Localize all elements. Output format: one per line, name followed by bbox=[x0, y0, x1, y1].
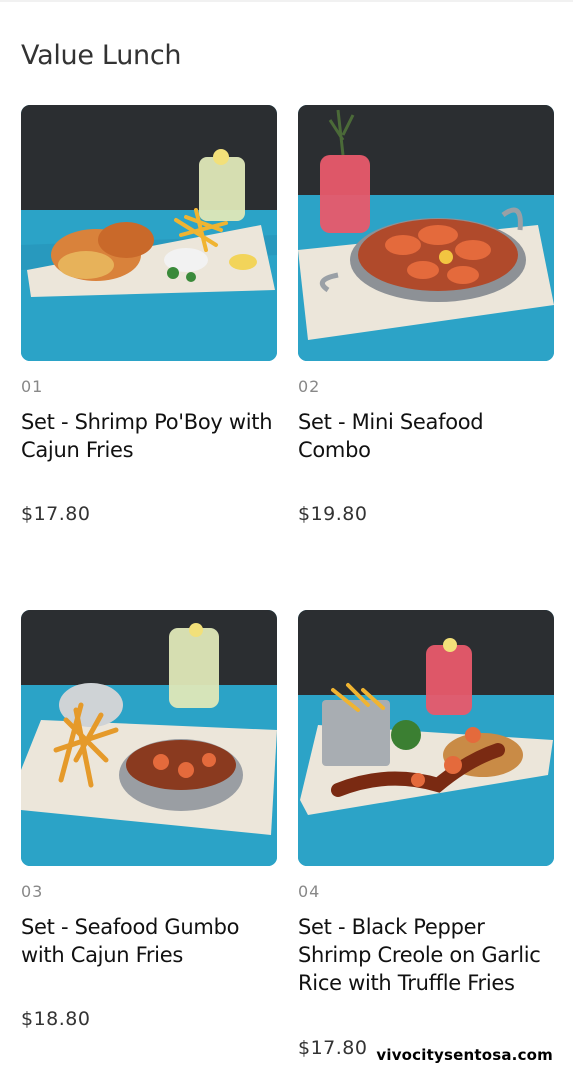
item-price: $17.80 bbox=[21, 503, 91, 525]
watermark: vivocitysentosa.com bbox=[374, 1046, 555, 1064]
section-title: Value Lunch bbox=[21, 40, 182, 71]
item-name: Set - Mini Seafood Combo bbox=[298, 410, 484, 462]
menu-item-card[interactable]: 02 Set - Mini Seafood Combo $19.80 bbox=[298, 105, 554, 525]
menu-item-card[interactable]: 01 Set - Shrimp Po'Boy with Cajun Fries … bbox=[21, 105, 277, 525]
item-name: Set - Seafood Gumbo with Cajun Fries bbox=[21, 915, 240, 967]
item-name: Set - Shrimp Po'Boy with Cajun Fries bbox=[21, 410, 273, 462]
item-price: $19.80 bbox=[298, 503, 368, 525]
item-name: Set - Black Pepper Shrimp Creole on Garl… bbox=[298, 915, 541, 995]
item-number: 04 bbox=[298, 882, 321, 901]
menu-item-card[interactable]: 04 Set - Black Pepper Shrimp Creole on G… bbox=[298, 610, 554, 1059]
item-price: $17.80 bbox=[298, 1037, 368, 1059]
top-divider bbox=[0, 0, 573, 2]
menu-item-card[interactable]: 03 Set - Seafood Gumbo with Cajun Fries … bbox=[21, 610, 277, 1030]
item-number: 03 bbox=[21, 882, 44, 901]
item-price: $18.80 bbox=[21, 1008, 91, 1030]
food-photo-seafood-gumbo[interactable] bbox=[21, 610, 277, 866]
item-number: 02 bbox=[298, 377, 321, 396]
food-photo-black-pepper-shrimp-creole[interactable] bbox=[298, 610, 554, 866]
item-number: 01 bbox=[21, 377, 44, 396]
food-photo-shrimp-poboy[interactable] bbox=[21, 105, 277, 361]
food-photo-mini-seafood-combo[interactable] bbox=[298, 105, 554, 361]
